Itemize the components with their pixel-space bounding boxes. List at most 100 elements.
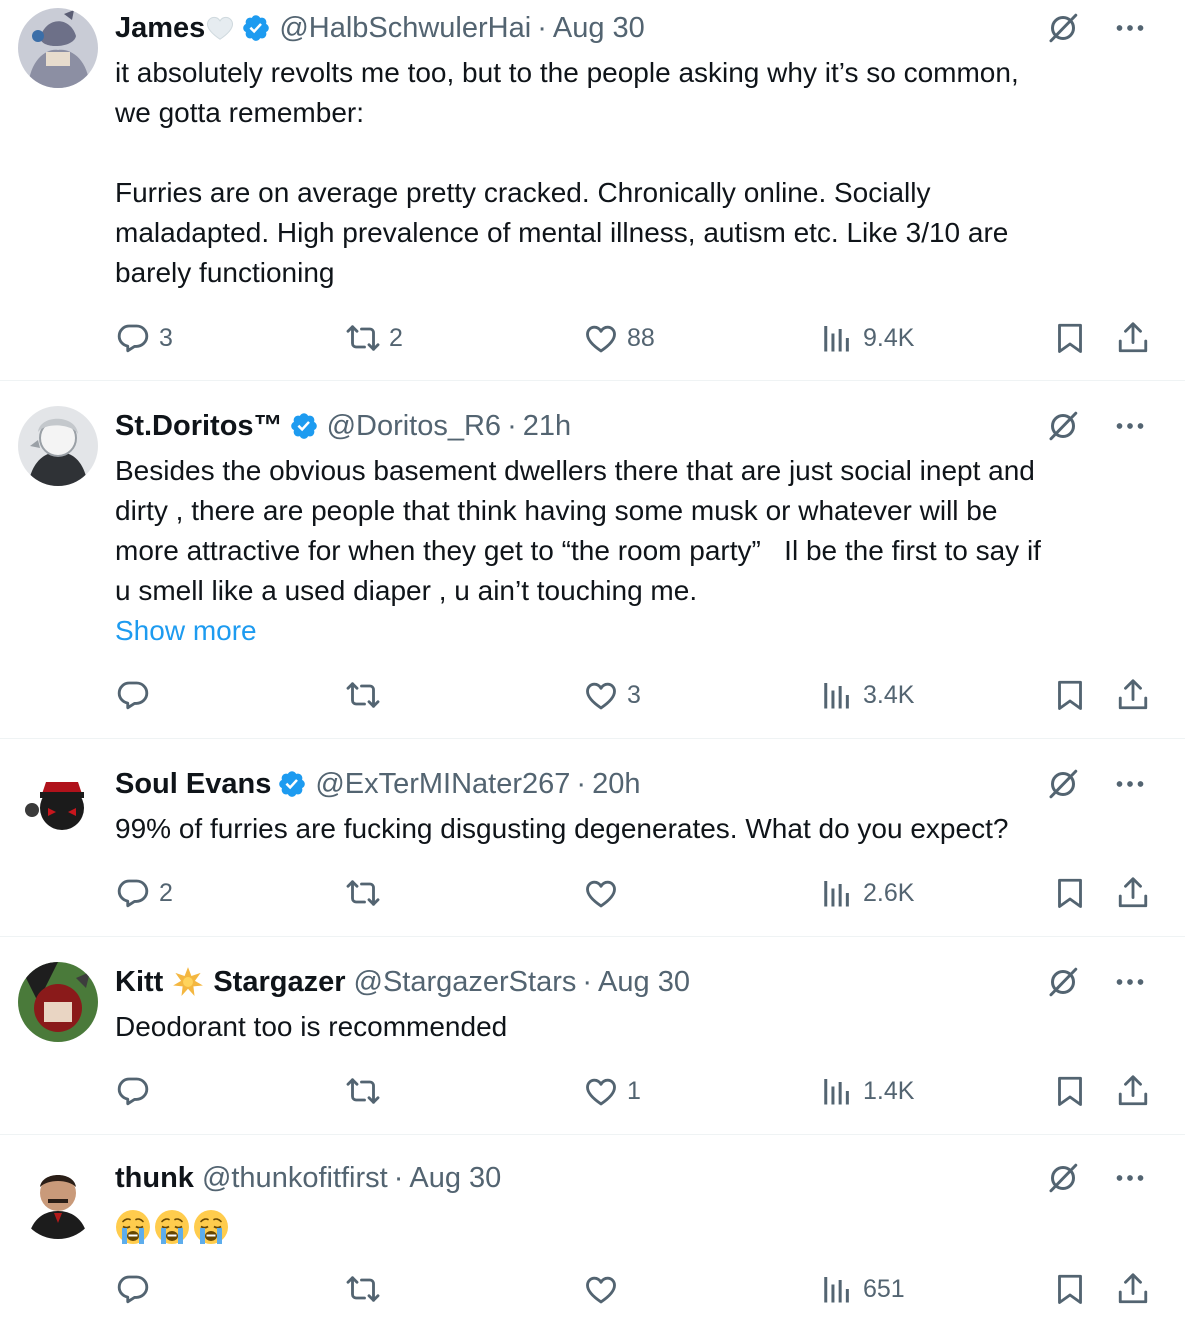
display-name-first[interactable]: Kitt bbox=[115, 966, 163, 999]
grok-icon[interactable] bbox=[1045, 964, 1081, 1000]
grok-icon[interactable] bbox=[1045, 408, 1081, 444]
views-button[interactable]: 2.6K bbox=[819, 873, 914, 913]
like-button[interactable] bbox=[583, 873, 627, 913]
share-button[interactable] bbox=[1115, 1269, 1151, 1309]
bookmark-icon bbox=[1052, 320, 1088, 356]
reply-icon bbox=[115, 677, 151, 713]
text-line: we gotta remember: bbox=[115, 97, 364, 128]
more-options-icon[interactable] bbox=[1112, 964, 1148, 1000]
tweet[interactable]: Soul Evans @ExTerMINater267 · 20h 99% of… bbox=[0, 739, 1185, 937]
verified-badge-icon[interactable] bbox=[277, 769, 307, 799]
reply-button[interactable]: 2 bbox=[115, 873, 173, 913]
tweet-header: St.Doritos™ @Doritos_R6 · 21h bbox=[115, 409, 1065, 443]
display-name[interactable]: St.Doritos™ bbox=[115, 410, 283, 443]
reply-button[interactable] bbox=[115, 675, 159, 715]
tweet-text: Besides the obvious basement dwellers th… bbox=[115, 451, 1155, 651]
repost-button[interactable] bbox=[345, 1071, 389, 1111]
tweet[interactable]: Kitt Stargazer @StargazerStars · Aug 30 … bbox=[0, 937, 1185, 1135]
tweet-header: Kitt Stargazer @StargazerStars · Aug 30 bbox=[115, 965, 1065, 999]
timestamp[interactable]: Aug 30 bbox=[553, 12, 645, 45]
views-button[interactable]: 1.4K bbox=[819, 1071, 914, 1111]
views-button[interactable]: 3.4K bbox=[819, 675, 914, 715]
reply-count: 3 bbox=[159, 323, 173, 352]
like-button[interactable]: 88 bbox=[583, 318, 655, 358]
view-count: 9.4K bbox=[863, 323, 915, 352]
tweet[interactable]: St.Doritos™ @Doritos_R6 · 21h Besides th… bbox=[0, 381, 1185, 739]
grok-icon[interactable] bbox=[1045, 766, 1081, 802]
repost-icon bbox=[345, 1271, 381, 1307]
repost-button[interactable] bbox=[345, 675, 389, 715]
more-options-icon[interactable] bbox=[1112, 408, 1148, 444]
grok-icon[interactable] bbox=[1045, 1160, 1081, 1196]
avatar[interactable] bbox=[18, 764, 98, 844]
avatar[interactable] bbox=[18, 1159, 98, 1239]
more-options-icon[interactable] bbox=[1112, 1160, 1148, 1196]
handle[interactable]: @Doritos_R6 bbox=[327, 410, 502, 443]
timestamp[interactable]: Aug 30 bbox=[598, 966, 690, 999]
repost-button[interactable] bbox=[345, 873, 389, 913]
reply-icon bbox=[115, 320, 151, 356]
views-button[interactable]: 9.4K bbox=[819, 318, 914, 358]
reply-button[interactable] bbox=[115, 1269, 159, 1309]
handle[interactable]: @HalbSchwulerHai bbox=[279, 12, 531, 45]
repost-button[interactable] bbox=[345, 1269, 389, 1309]
white-heart-icon bbox=[205, 13, 235, 43]
bookmark-button[interactable] bbox=[1052, 873, 1088, 913]
view-count: 651 bbox=[863, 1274, 905, 1303]
bookmark-button[interactable] bbox=[1052, 1071, 1088, 1111]
verified-badge-icon[interactable] bbox=[289, 411, 319, 441]
bookmark-button[interactable] bbox=[1052, 1269, 1088, 1309]
bookmark-button[interactable] bbox=[1052, 675, 1088, 715]
avatar[interactable] bbox=[18, 406, 98, 486]
views-button[interactable]: 651 bbox=[819, 1269, 905, 1309]
tweet[interactable]: James @HalbSchwulerHai · Aug 30 it absol… bbox=[0, 0, 1185, 381]
views-icon bbox=[819, 875, 855, 911]
repost-button[interactable]: 2 bbox=[345, 318, 403, 358]
text-line: dirty , there are people that think havi… bbox=[115, 495, 998, 526]
handle[interactable]: @thunkofitfirst bbox=[202, 1162, 388, 1195]
timestamp[interactable]: Aug 30 bbox=[409, 1162, 501, 1195]
reply-button[interactable] bbox=[115, 1071, 159, 1111]
separator-dot: · bbox=[576, 767, 587, 800]
like-button[interactable] bbox=[583, 1269, 627, 1309]
tweet-text: 99% of furries are fucking disgusting de… bbox=[115, 809, 1155, 849]
handle[interactable]: @StargazerStars bbox=[354, 966, 577, 999]
text-line: Besides the obvious basement dwellers th… bbox=[115, 455, 1035, 486]
tweet-text: it absolutely revolts me too, but to the… bbox=[115, 53, 1155, 293]
timestamp[interactable]: 20h bbox=[592, 768, 640, 801]
like-button[interactable]: 3 bbox=[583, 675, 641, 715]
display-name[interactable]: James bbox=[115, 12, 205, 45]
share-icon bbox=[1115, 1271, 1151, 1307]
tweet-header: Soul Evans @ExTerMINater267 · 20h bbox=[115, 767, 1065, 801]
share-button[interactable] bbox=[1115, 873, 1151, 913]
handle[interactable]: @ExTerMINater267 bbox=[315, 768, 570, 801]
timestamp[interactable]: 21h bbox=[523, 410, 571, 443]
reply-icon bbox=[115, 1271, 151, 1307]
verified-badge-icon[interactable] bbox=[241, 13, 271, 43]
avatar[interactable] bbox=[18, 8, 98, 88]
text-line: u smell like a used diaper , u ain’t tou… bbox=[115, 575, 698, 606]
grok-icon[interactable] bbox=[1045, 10, 1081, 46]
bookmark-icon bbox=[1052, 677, 1088, 713]
bookmark-button[interactable] bbox=[1052, 318, 1088, 358]
reply-count: 2 bbox=[159, 878, 173, 907]
display-name[interactable]: thunk bbox=[115, 1162, 194, 1195]
reply-button[interactable]: 3 bbox=[115, 318, 173, 358]
display-name[interactable]: Soul Evans bbox=[115, 768, 271, 801]
avatar[interactable] bbox=[18, 962, 98, 1042]
tweet-text bbox=[115, 1205, 1155, 1245]
like-button[interactable]: 1 bbox=[583, 1071, 641, 1111]
action-bar: 1 1.4K bbox=[115, 1071, 1155, 1111]
separator-dot: · bbox=[537, 11, 547, 44]
loudly-crying-face-icon bbox=[115, 1209, 151, 1245]
share-button[interactable] bbox=[1115, 675, 1151, 715]
reply-icon bbox=[115, 875, 151, 911]
display-name-last[interactable]: Stargazer bbox=[213, 966, 345, 999]
more-options-icon[interactable] bbox=[1112, 766, 1148, 802]
show-more-link[interactable]: Show more bbox=[115, 611, 1155, 651]
share-button[interactable] bbox=[1115, 1071, 1151, 1111]
text-line: Furries are on average pretty cracked. C… bbox=[115, 177, 931, 208]
share-button[interactable] bbox=[1115, 318, 1151, 358]
more-options-icon[interactable] bbox=[1112, 10, 1148, 46]
tweet[interactable]: thunk @thunkofitfirst · Aug 30 651 bbox=[0, 1135, 1185, 1328]
